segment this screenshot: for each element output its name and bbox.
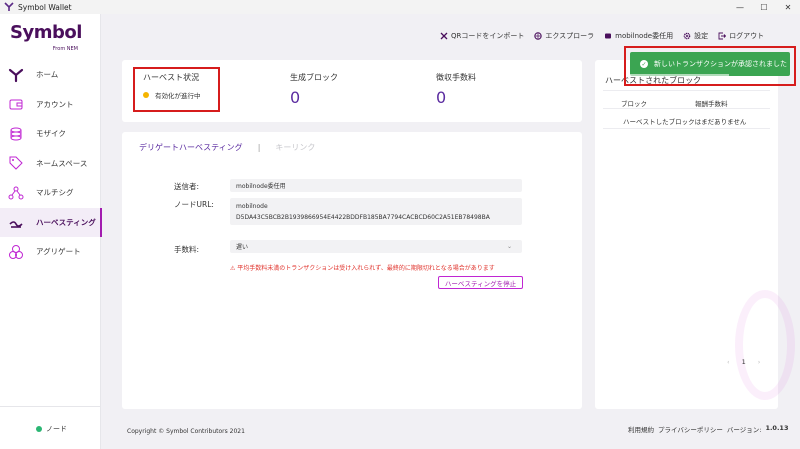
window-title: Symbol Wallet: [18, 2, 72, 12]
fee-warning: ⚠ 平均手数料未満のトランザクションは受け入れられず、最終的に期限切れとなる場合…: [230, 265, 495, 272]
explorer-label: エクスプローラ: [545, 32, 595, 40]
node-account-label: mobilnode委任用: [615, 32, 674, 40]
explorer-button[interactable]: エクスプローラ: [534, 31, 594, 41]
globe-icon: [534, 32, 543, 40]
tab-separator: |: [257, 143, 261, 152]
window-titlebar: Symbol Wallet — ☐ ✕: [0, 0, 800, 14]
privacy-link[interactable]: プライバシーポリシー: [658, 424, 723, 434]
tab-delegated-harvesting[interactable]: デリゲートハーベスティング: [139, 142, 243, 153]
home-icon: [8, 67, 24, 83]
gear-icon: [683, 32, 691, 40]
fees-value: 0: [436, 88, 447, 107]
wallet-icon: [8, 96, 24, 112]
close-icon[interactable]: ✕: [776, 0, 800, 14]
node-url-key: D5DA43C5BCB2B1939866954E4422BDDFB185BA77…: [236, 213, 490, 221]
node-status-label: ノード: [46, 425, 67, 433]
highlight-harvest-status: [133, 67, 220, 112]
version-number: 1.0.13: [765, 424, 789, 432]
settings-button[interactable]: 設定: [683, 31, 708, 41]
header-divider: [603, 90, 770, 91]
chevron-down-icon: ⌄: [506, 243, 512, 250]
col-block-header: ブロック: [621, 100, 647, 108]
sidebar-nav: ホーム アカウント モザイク ネームスペース マルチシグ ハーベスティング アグ…: [0, 60, 102, 267]
qr-import-icon: [440, 32, 448, 40]
sidebar-item-label: モザイク: [36, 129, 66, 139]
fees-title: 徴収手数料: [436, 73, 476, 82]
harvesting-form-card: デリゲートハーベスティング | キーリンク 送信者: mobilnode委任用 …: [122, 132, 582, 409]
chevron-right-icon[interactable]: ›: [758, 358, 761, 366]
decorative-ring: [735, 290, 795, 400]
sidebar-item-label: ホーム: [36, 70, 59, 80]
node-url-name: mobilnode: [236, 202, 268, 210]
stop-harvesting-button[interactable]: ハーベスティングを停止: [438, 276, 523, 289]
settings-label: 設定: [694, 32, 709, 40]
version-label: バージョン:: [726, 426, 762, 434]
logout-label: ログアウト: [729, 32, 765, 40]
fees-stat: 徴収手数料 0: [436, 72, 476, 107]
mosaic-icon: [8, 126, 24, 142]
copyright: Copyright © Symbol Contributors 2021: [127, 428, 245, 435]
logout-icon: [718, 32, 727, 40]
sender-label: 送信者:: [174, 182, 200, 191]
fee-select-value: 遅い: [236, 244, 249, 251]
page-number[interactable]: 1: [742, 358, 746, 366]
fee-select[interactable]: 遅い ⌄: [230, 240, 522, 253]
harvested-blocks-card: ハーベストされたブロック ブロック 報酬手数料 ハーベストしたブロックはまだあり…: [595, 60, 795, 409]
symbol-logo-icon: [4, 2, 14, 12]
sidebar-item-aggregate[interactable]: アグリゲート: [0, 237, 101, 267]
logo-wordmark: Symbol: [10, 22, 82, 43]
chevron-left-icon[interactable]: ‹: [727, 358, 730, 366]
col-fee-header: 報酬手数料: [695, 100, 728, 108]
sidebar-item-label: ハーベスティング: [36, 217, 96, 227]
import-qr-button[interactable]: QRコードをインポート: [440, 31, 524, 41]
app-logo[interactable]: Symbol From NEM: [10, 22, 90, 54]
minimize-icon[interactable]: —: [728, 0, 752, 14]
account-icon: [604, 32, 612, 40]
node-url-field[interactable]: mobilnode D5DA43C5BCB2B1939866954E4422BD…: [230, 198, 522, 225]
blocks-stat: 生成ブロック 0: [290, 72, 338, 107]
maximize-icon[interactable]: ☐: [752, 0, 776, 14]
sidebar-item-home[interactable]: ホーム: [0, 60, 101, 90]
empty-state-text: ハーベストしたブロックはまだありません: [623, 118, 747, 126]
tab-key-link[interactable]: キーリンク: [275, 142, 315, 153]
multisig-icon: [8, 185, 24, 201]
table-divider: [603, 108, 770, 109]
fee-label: 手数料:: [174, 245, 200, 254]
node-status-dot: [36, 426, 42, 432]
logout-button[interactable]: ログアウト: [718, 31, 764, 41]
window-controls: — ☐ ✕: [728, 0, 800, 14]
sidebar-item-harvesting[interactable]: ハーベスティング: [0, 207, 102, 237]
node-account-button[interactable]: mobilnode委任用: [604, 31, 673, 41]
pagination: ‹ 1 ›: [721, 358, 766, 366]
top-toolbar: QRコードをインポート エクスプローラ mobilnode委任用 設定 ログアウ…: [440, 30, 774, 42]
aggregate-icon: [8, 244, 24, 260]
highlight-toast: [624, 46, 796, 86]
sidebar-item-namespace[interactable]: ネームスペース: [0, 149, 101, 179]
harvesting-icon: [8, 214, 24, 230]
logo-subtitle: From NEM: [52, 46, 78, 52]
node-status[interactable]: ノード: [36, 424, 67, 434]
footer-links: 利用規約 プライバシーポリシー バージョン: 1.0.13: [628, 424, 788, 434]
tag-icon: [8, 155, 24, 171]
sidebar-item-mosaic[interactable]: モザイク: [0, 119, 101, 149]
harvesting-tabs: デリゲートハーベスティング | キーリンク: [139, 142, 315, 153]
sidebar-item-label: ネームスペース: [36, 158, 88, 168]
blocks-title: 生成ブロック: [290, 73, 338, 82]
sidebar-item-account[interactable]: アカウント: [0, 90, 101, 120]
sidebar-item-label: アカウント: [36, 99, 74, 109]
node-url-label: ノードURL:: [174, 200, 214, 209]
sender-field[interactable]: mobilnode委任用: [230, 179, 522, 192]
sidebar-item-multisig[interactable]: マルチシグ: [0, 178, 101, 208]
import-qr-label: QRコードをインポート: [451, 32, 525, 40]
table-divider: [603, 128, 770, 129]
sidebar: Symbol From NEM ホーム アカウント モザイク ネームスペース マ…: [0, 14, 102, 449]
sidebar-divider: [0, 406, 101, 407]
sidebar-item-label: アグリゲート: [36, 247, 81, 257]
terms-link[interactable]: 利用規約: [628, 424, 654, 434]
blocks-value: 0: [290, 88, 301, 107]
sidebar-item-label: マルチシグ: [36, 188, 74, 198]
